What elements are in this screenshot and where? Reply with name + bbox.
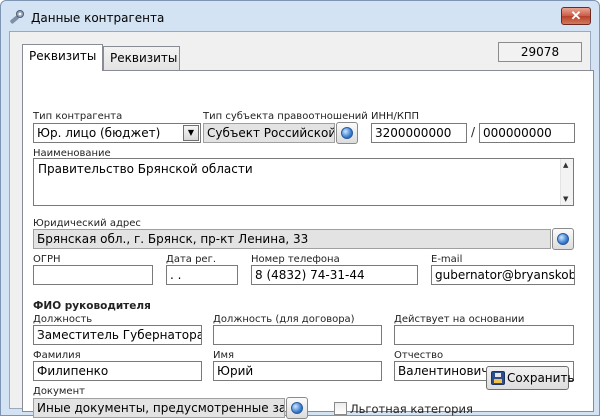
reg-date-field[interactable]: . . <box>166 265 238 285</box>
record-number-field: 29078 <box>498 42 582 62</box>
reg-date-label: Дата рег. <box>166 254 217 265</box>
name-scrollbar[interactable]: ▲ ▼ <box>560 159 573 205</box>
globe-picker-icon <box>557 233 569 245</box>
document-label: Документ <box>33 386 85 397</box>
tab-requisites-1[interactable]: Реквизиты <box>22 44 103 71</box>
first-name-label: Имя <box>213 350 235 361</box>
dialog-window: Данные контрагента ✕ Реквизиты Реквизиты… <box>0 0 600 419</box>
globe-picker-icon <box>341 127 353 139</box>
kpp-field[interactable]: 000000000 <box>479 123 575 143</box>
subject-type-field[interactable]: Субъект Российской Ф <box>203 123 335 143</box>
requisites-panel: Тип контрагента Юр. лицо (бюджет) ▼ Тип … <box>22 70 594 419</box>
subject-type-label: Тип субъекта правоотношений <box>203 111 368 122</box>
phone-field[interactable]: 8 (4832) 74-31-44 <box>251 265 418 285</box>
client-area: Реквизиты Реквизиты 29078 Тип контрагент… <box>9 31 594 419</box>
ogrn-label: ОГРН <box>33 254 61 265</box>
legal-address-label: Юридический адрес <box>33 218 141 229</box>
inn-field[interactable]: 3200000000 <box>371 123 467 143</box>
preferential-checkbox[interactable] <box>334 402 347 415</box>
last-name-field[interactable]: Филипенко <box>33 361 202 381</box>
floppy-disk-icon <box>491 371 505 385</box>
first-name-field[interactable]: Юрий <box>213 361 382 381</box>
scroll-up-icon[interactable]: ▲ <box>563 161 568 169</box>
legal-address-picker-button[interactable] <box>552 228 574 250</box>
window-title: Данные контрагента <box>31 11 165 25</box>
legal-address-field[interactable]: Брянская обл., г. Брянск, пр-кт Ленина, … <box>33 229 551 249</box>
document-field[interactable]: Иные документы, предусмотренные законо <box>33 398 285 418</box>
acts-on-basis-field[interactable] <box>394 325 574 345</box>
acts-on-basis-label: Действует на основании <box>394 314 525 325</box>
last-name-label: Фамилия <box>33 350 81 361</box>
globe-picker-icon <box>291 402 303 414</box>
save-button[interactable]: Сохранить <box>486 366 575 390</box>
app-wrench-icon <box>10 10 24 24</box>
scroll-down-icon[interactable]: ▼ <box>563 195 568 203</box>
phone-label: Номер телефона <box>251 254 340 265</box>
preferential-label: Льготная категория <box>350 402 473 416</box>
save-button-label: Сохранить <box>507 371 575 385</box>
title-bar[interactable]: Данные контрагента ✕ <box>1 1 599 33</box>
tab-requisites-2[interactable]: Реквизиты <box>103 46 180 71</box>
patronymic-label: Отчество <box>394 350 444 361</box>
close-button[interactable]: ✕ <box>561 7 591 25</box>
contractor-type-select[interactable]: Юр. лицо (бюджет) ▼ <box>33 123 201 143</box>
ogrn-field[interactable] <box>33 265 153 285</box>
position-contract-label: Должность (для договора) <box>213 314 355 325</box>
name-value: Правительство Брянской области <box>38 162 253 176</box>
subject-type-picker-button[interactable] <box>336 122 358 144</box>
position-label: Должность <box>33 314 93 325</box>
contractor-type-label: Тип контрагента <box>33 111 123 122</box>
email-field[interactable]: gubernator@bryanskobl.r <box>431 265 575 285</box>
chevron-down-icon[interactable]: ▼ <box>183 125 199 141</box>
position-field[interactable]: Заместитель Губернатора Б <box>33 325 202 345</box>
position-contract-field[interactable] <box>213 325 382 345</box>
email-label: E-mail <box>431 254 463 265</box>
head-section-heading: ФИО руководителя <box>33 300 151 312</box>
name-memo[interactable]: Правительство Брянской области ▲ ▼ <box>33 158 574 206</box>
contractor-type-value: Юр. лицо (бюджет) <box>37 126 161 140</box>
inn-kpp-label: ИНН/КПП <box>371 111 420 122</box>
inn-kpp-separator: / <box>471 125 476 139</box>
